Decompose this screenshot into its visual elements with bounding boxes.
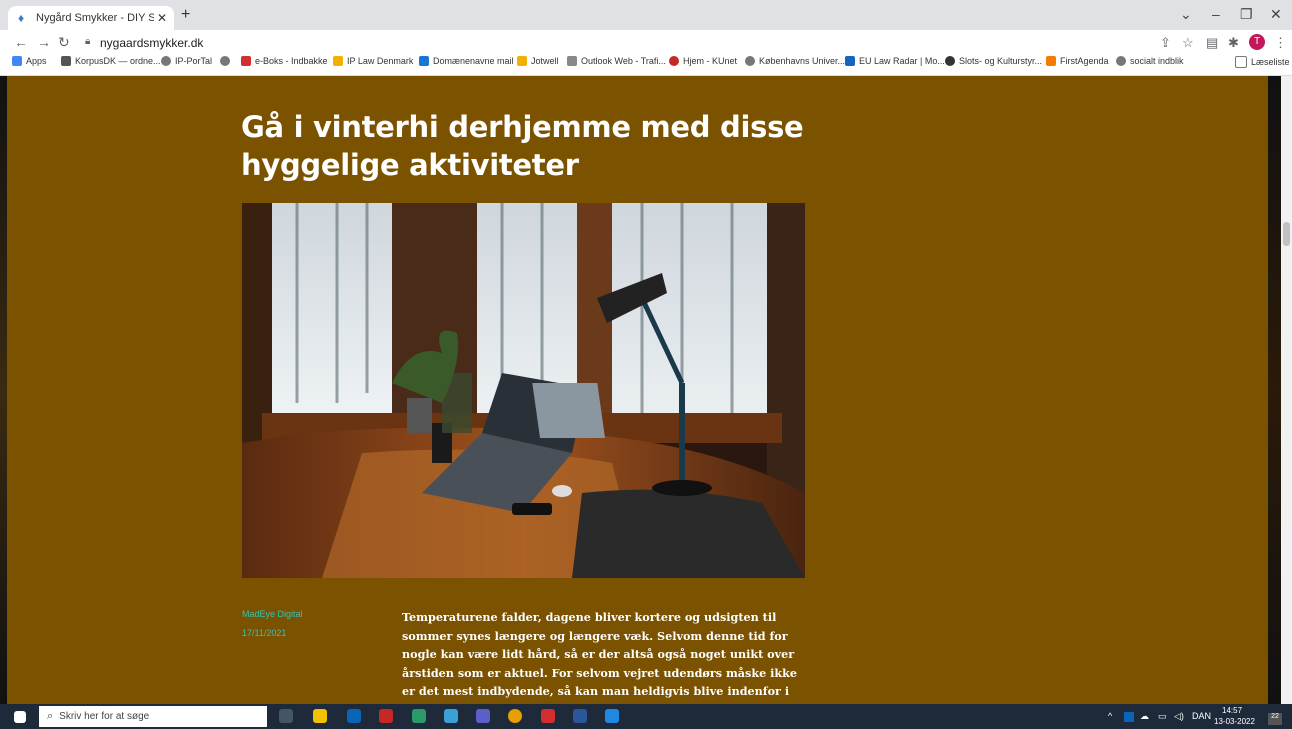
share-icon[interactable]: ⇪	[1160, 35, 1171, 51]
network-icon[interactable]: ▭	[1158, 711, 1167, 722]
bookmark-socialt-indblik[interactable]: socialt indblik	[1116, 56, 1184, 66]
outlook-icon[interactable]	[347, 709, 361, 723]
tray-chevron-icon[interactable]: ^	[1108, 711, 1112, 721]
language-indicator[interactable]: DAN	[1192, 711, 1211, 721]
puzzle-icon[interactable]: ✱	[1228, 35, 1239, 51]
article-author[interactable]: MadEye Digital	[242, 609, 303, 619]
file-explorer-icon[interactable]	[313, 709, 327, 723]
background-edge-left	[0, 76, 7, 704]
globe-icon	[745, 56, 755, 66]
clock-time[interactable]: 14:57	[1222, 706, 1242, 715]
bookmark-outlook[interactable]: Outlook Web - Trafi...	[567, 56, 666, 66]
jotwell-icon	[517, 56, 527, 66]
extension-icon[interactable]: ▤	[1206, 35, 1218, 51]
bookmark-jotwell[interactable]: Jotwell	[517, 56, 559, 66]
onedrive-icon[interactable]: ☁	[1140, 711, 1149, 722]
bookmark-domaenenavne[interactable]: Domænenavne mail	[419, 56, 514, 66]
bookmark-slots[interactable]: Slots- og Kulturstyr...	[945, 56, 1042, 66]
tab-title: Nygård Smykker - DIY Smykkein	[36, 12, 154, 24]
taskbar-search[interactable]: ⌕ Skriv her for at søge	[39, 706, 267, 727]
lock-icon[interactable]: 🔒︎	[85, 36, 90, 47]
close-tab-icon[interactable]: ✕	[154, 11, 170, 25]
word-icon[interactable]	[573, 709, 587, 723]
bookmark-firstagenda[interactable]: FirstAgenda	[1046, 56, 1109, 66]
close-window-button[interactable]: ✕	[1270, 6, 1282, 23]
scrollbar-thumb[interactable]	[1283, 222, 1290, 246]
new-tab-button[interactable]: +	[181, 6, 190, 24]
article-title: Gå i vinterhi derhjemme med disse hyggel…	[241, 110, 804, 182]
eboks-icon	[241, 56, 251, 66]
minimize-button[interactable]: –	[1212, 6, 1220, 22]
search-icon: ⌕	[47, 710, 54, 722]
article-date: 17/11/2021	[242, 628, 287, 638]
apps-grid-icon	[12, 56, 22, 66]
volume-icon[interactable]: ◁)	[1174, 711, 1184, 722]
maximize-button[interactable]: ❐	[1240, 6, 1253, 23]
radar-icon	[845, 56, 855, 66]
clock-date[interactable]: 13-03-2022	[1214, 717, 1255, 726]
bookmark-ip-law-denmark[interactable]: IP Law Denmark	[333, 56, 413, 66]
page-icon	[567, 56, 577, 66]
bookmark-korpusdk[interactable]: KorpusDK — ordne...	[61, 56, 161, 66]
background-edge-right	[1268, 76, 1281, 704]
reading-list-icon	[1235, 56, 1247, 68]
globe-icon	[1116, 56, 1126, 66]
app-icon-3[interactable]	[605, 709, 619, 723]
tab-bar	[0, 0, 1292, 30]
korpus-icon	[61, 56, 71, 66]
edge-icon[interactable]	[412, 709, 426, 723]
bookmark-globe[interactable]	[220, 56, 234, 66]
back-arrow-icon[interactable]: ←	[14, 34, 28, 50]
tray-outlook-icon[interactable]	[1124, 712, 1134, 722]
mail-icon	[419, 56, 429, 66]
n-logo-icon	[333, 56, 343, 66]
article-image	[242, 203, 805, 578]
acrobat-icon[interactable]	[541, 709, 555, 723]
article-body: Temperaturene falder, dagene bliver kort…	[402, 610, 804, 717]
bookmark-flag-icon	[1046, 56, 1056, 66]
menu-icon[interactable]: ⋮	[1274, 35, 1287, 51]
bookmark-star-icon[interactable]: ☆	[1182, 35, 1194, 51]
bookmark-eu-law-radar[interactable]: EU Law Radar | Mo...	[845, 56, 945, 66]
windows-start-icon[interactable]	[14, 711, 26, 723]
teams-icon[interactable]	[476, 709, 490, 723]
bookmark-ku[interactable]: Københavns Univer...	[745, 56, 845, 66]
url-field[interactable]: nygaardsmykker.dk	[100, 36, 203, 50]
globe-icon	[161, 56, 171, 66]
browser-tab[interactable]: ♦ Nygård Smykker - DIY Smykkein ✕	[8, 6, 174, 30]
reload-icon[interactable]: ↻	[58, 34, 70, 51]
slots-icon	[945, 56, 955, 66]
pin-icon	[669, 56, 679, 66]
reading-list[interactable]: Læseliste	[1235, 56, 1290, 68]
site-favicon-icon: ♦	[18, 11, 25, 25]
app-icon[interactable]	[379, 709, 393, 723]
bookmark-kunet[interactable]: Hjem - KUnet	[669, 56, 737, 66]
task-view-icon[interactable]	[279, 709, 293, 723]
bookmark-ip-portal[interactable]: IP-PorTal	[161, 56, 212, 66]
profile-avatar[interactable]: T	[1249, 34, 1265, 50]
app-icon-2[interactable]	[444, 709, 458, 723]
forward-arrow-icon[interactable]: →	[37, 34, 51, 50]
bookmark-eboks[interactable]: e-Boks - Indbakke	[241, 56, 328, 66]
globe-icon	[220, 56, 230, 66]
scrollbar[interactable]	[1281, 76, 1292, 704]
tab-search-icon[interactable]: ⌄	[1180, 6, 1192, 23]
notifications-badge[interactable]: 22	[1268, 713, 1282, 725]
chrome-icon[interactable]	[508, 709, 522, 723]
bookmark-apps[interactable]: Apps	[12, 56, 47, 66]
